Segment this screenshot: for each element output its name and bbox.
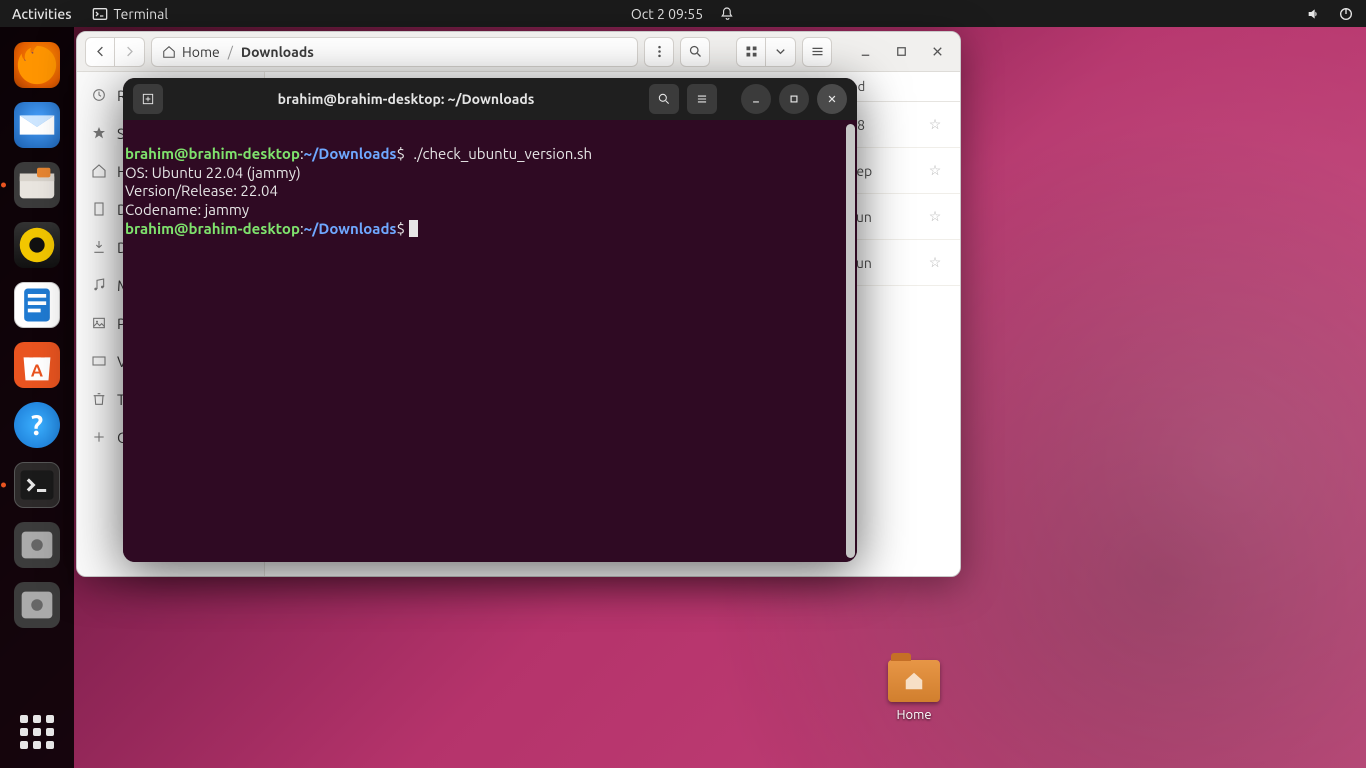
terminal-menu-button[interactable] (687, 84, 717, 114)
volume-icon[interactable] (1306, 6, 1322, 22)
power-icon[interactable] (1338, 6, 1354, 22)
files-icon (14, 162, 60, 208)
chevron-left-icon (93, 44, 108, 59)
terminal-title: brahim@brahim-desktop: ~/Downloads (171, 91, 641, 107)
dock-thunderbird[interactable] (11, 99, 63, 151)
nav-back-button[interactable] (85, 37, 115, 67)
maximize-icon (787, 92, 801, 106)
home-icon (903, 670, 925, 692)
maximize-button[interactable] (886, 37, 916, 67)
dock: A ? (0, 27, 74, 768)
search-icon (688, 44, 703, 59)
path-menu-button[interactable] (644, 37, 674, 67)
dock-help[interactable]: ? (11, 399, 63, 451)
term-output-line: OS: Ubuntu 22.04 (jammy) (125, 164, 301, 181)
dock-terminal[interactable] (11, 459, 63, 511)
dock-firefox[interactable] (11, 39, 63, 91)
minimize-button[interactable] (850, 37, 880, 67)
app-menu[interactable]: Terminal (92, 6, 169, 22)
term-command: ./check_ubuntu_version.sh (413, 145, 592, 162)
terminal-cursor (409, 220, 418, 237)
term-output-line: Codename: jammy (125, 201, 249, 218)
plus-icon (91, 429, 107, 445)
dock-rhythmbox[interactable] (11, 219, 63, 271)
download-icon (91, 239, 107, 255)
gnome-topbar: Activities Terminal Oct 2 09:55 (0, 0, 1366, 27)
shopping-bag-icon: A (14, 342, 60, 388)
minimize-icon (749, 92, 763, 106)
dock-software[interactable]: A (11, 339, 63, 391)
star-icon[interactable]: ☆ (920, 208, 950, 225)
dock-show-apps[interactable] (11, 706, 63, 758)
terminal-scrollbar[interactable] (846, 124, 855, 558)
activities-button[interactable]: Activities (12, 6, 72, 22)
dock-writer[interactable] (11, 279, 63, 331)
app-grid-icon (20, 715, 54, 749)
desktop-home-icon[interactable]: Home (880, 660, 948, 722)
close-button[interactable] (922, 37, 952, 67)
document-icon (91, 201, 107, 217)
term-output-line: Version/Release: 22.04 (125, 182, 278, 199)
bell-icon[interactable] (719, 6, 735, 22)
terminal-headerbar: brahim@brahim-desktop: ~/Downloads (123, 78, 857, 120)
disk-icon (14, 522, 60, 568)
thunderbird-icon (14, 102, 60, 148)
home-icon (91, 163, 107, 179)
clock[interactable]: Oct 2 09:55 (631, 6, 703, 22)
breadcrumb[interactable]: Home / Downloads (151, 37, 638, 67)
star-icon (91, 125, 107, 141)
home-icon (162, 45, 176, 59)
chevron-down-icon (773, 44, 788, 59)
new-tab-button[interactable] (133, 84, 163, 114)
close-icon (825, 92, 839, 106)
view-dropdown-button[interactable] (766, 37, 796, 67)
terminal-search-button[interactable] (649, 84, 679, 114)
dock-disk1[interactable] (11, 519, 63, 571)
svg-text:A: A (31, 362, 43, 381)
music-icon (91, 277, 107, 293)
hamburger-icon (695, 92, 709, 106)
terminal-window: brahim@brahim-desktop: ~/Downloads brahi… (123, 78, 857, 562)
grid-view-button[interactable] (736, 37, 766, 67)
grid-icon (744, 44, 759, 59)
star-icon[interactable]: ☆ (920, 116, 950, 133)
terminal-minimize-button[interactable] (741, 84, 771, 114)
hamburger-button[interactable] (802, 37, 832, 67)
clock-icon (91, 87, 107, 103)
nav-forward-button[interactable] (115, 37, 145, 67)
kebab-icon (652, 44, 667, 59)
terminal-icon (15, 462, 59, 508)
folder-icon (888, 660, 940, 702)
question-icon: ? (31, 410, 43, 441)
star-icon[interactable]: ☆ (920, 254, 950, 271)
speaker-icon (14, 222, 60, 268)
breadcrumb-current[interactable]: Downloads (241, 44, 314, 60)
new-tab-icon (141, 92, 155, 106)
terminal-close-button[interactable] (817, 84, 847, 114)
app-menu-label: Terminal (114, 6, 169, 22)
desktop-home-label: Home (880, 708, 948, 722)
search-button[interactable] (680, 37, 710, 67)
breadcrumb-home[interactable]: Home (162, 44, 220, 60)
star-icon[interactable]: ☆ (920, 162, 950, 179)
chevron-right-icon (122, 44, 137, 59)
terminal-maximize-button[interactable] (779, 84, 809, 114)
document-icon (15, 282, 59, 328)
terminal-body[interactable]: brahim@brahim-desktop:~/Downloads$ ./che… (123, 120, 857, 562)
firefox-icon (14, 42, 60, 88)
video-icon (91, 353, 107, 369)
disk-icon (14, 582, 60, 628)
image-icon (91, 315, 107, 331)
search-icon (657, 92, 671, 106)
dock-disk2[interactable] (11, 579, 63, 631)
trash-icon (91, 391, 107, 407)
hamburger-icon (810, 44, 825, 59)
files-headerbar: Home / Downloads (77, 32, 960, 72)
minimize-icon (858, 44, 873, 59)
dock-files[interactable] (11, 159, 63, 211)
terminal-icon (92, 6, 108, 22)
close-icon (930, 44, 945, 59)
maximize-icon (894, 44, 909, 59)
